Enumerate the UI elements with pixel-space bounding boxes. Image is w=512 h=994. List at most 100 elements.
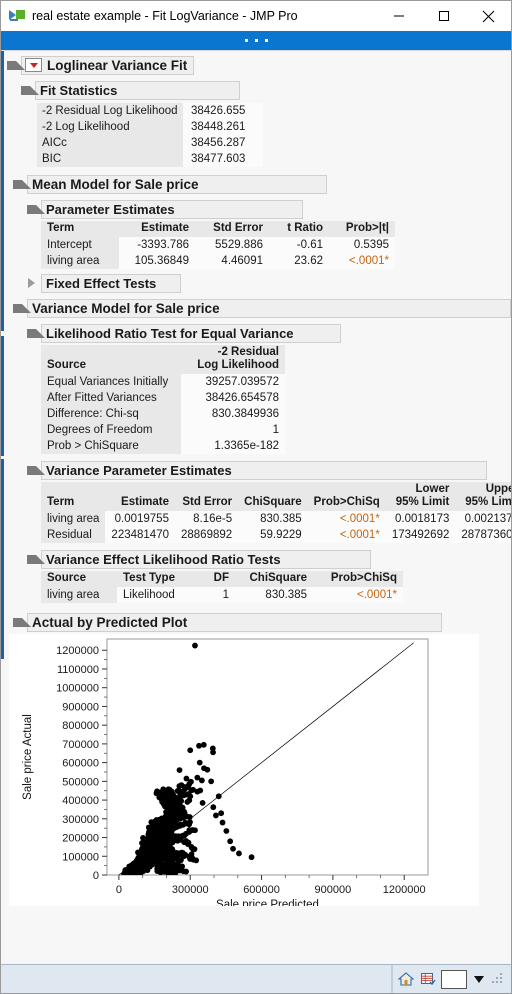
scatter-plot-svg[interactable]: 0 100000 200000 300000 400000 500000 600000 700… — [9, 634, 479, 906]
section-title: Mean Model for Sale price — [32, 176, 199, 192]
cell-chisquare: 830.385 — [238, 511, 308, 527]
outline-actual-by-predicted-plot[interactable]: Actual by Predicted Plot — [1, 612, 511, 632]
resize-grip-icon[interactable] — [492, 973, 504, 985]
cell-test-type: Likelihood — [117, 587, 197, 603]
table-header-row: Term Estimate Std Error ChiSquare Prob>C… — [41, 482, 511, 511]
cell-prob[interactable]: <.0001* — [313, 587, 403, 603]
section-title: Loglinear Variance Fit — [47, 57, 188, 73]
y-tick-label: 0 — [93, 870, 99, 882]
y-tick-label: 400000 — [62, 795, 99, 807]
cell-std-error: 5529.886 — [195, 237, 269, 253]
disclosure-triangle-open-icon[interactable] — [7, 60, 25, 71]
cell-std-error: 8.16e-5 — [174, 511, 239, 527]
outline-lr-test-equal-variance[interactable]: Likelihood Ratio Test for Equal Variance… — [1, 323, 511, 454]
y-tick-label: 600000 — [62, 758, 99, 770]
outline-variance-effect-lr-tests[interactable]: Variance Effect Likelihood Ratio Tests S… — [1, 549, 511, 603]
y-tick-label: 1200000 — [56, 645, 99, 657]
col-prob-chisq: Prob>ChiSq — [307, 482, 386, 511]
cell-term: Residual — [41, 527, 106, 543]
cell-value: 1 — [181, 422, 285, 438]
cell-prob[interactable]: <.0001* — [307, 527, 386, 543]
outline-fixed-effect-tests[interactable]: Fixed Effect Tests — [1, 273, 511, 293]
table-row: Degrees of Freedom 1 — [41, 422, 285, 438]
table-row: Equal Variances Initially 39257.039572 — [41, 374, 285, 390]
y-tick-label: 1100000 — [57, 664, 99, 676]
stat-value: 38456.287 — [183, 135, 263, 151]
outline-mean-model[interactable]: Mean Model for Sale price — [1, 174, 511, 194]
x-tick-label: 1200000 — [383, 884, 426, 896]
disclosure-triangle-open-icon[interactable] — [27, 465, 45, 476]
toolbar-dot — [254, 39, 258, 42]
cell-source: Equal Variances Initially — [41, 374, 181, 390]
y-axis-title: Sale price Actual — [22, 714, 34, 800]
cell-std-error: 28869892 — [174, 527, 239, 543]
list-item: AICc 38456.287 — [37, 135, 511, 151]
y-tick-label: 500000 — [62, 776, 99, 788]
section-title: Fixed Effect Tests — [46, 275, 157, 291]
disclosure-triangle-open-icon[interactable] — [13, 179, 31, 190]
toolbar-strip[interactable] — [1, 31, 511, 50]
outline-variance-model[interactable]: Variance Model for Sale price — [1, 298, 511, 318]
y-tick-label: 100000 — [62, 851, 99, 863]
caret-down-icon[interactable] — [474, 975, 484, 983]
col-test-type: Test Type — [117, 571, 197, 587]
disclosure-triangle-open-icon[interactable] — [13, 303, 31, 314]
cell-prob[interactable]: <.0001* — [329, 253, 395, 269]
cell-prob[interactable]: <.0001* — [307, 511, 386, 527]
close-button[interactable] — [466, 1, 511, 31]
data-table-icon[interactable] — [419, 970, 437, 988]
disclosure-triangle-open-icon[interactable] — [27, 328, 45, 339]
cell-upper: 287873608 — [455, 527, 511, 543]
stat-value: 38426.655 — [183, 103, 263, 119]
variance-parameter-estimates-table: Term Estimate Std Error ChiSquare Prob>C… — [41, 482, 511, 543]
disclosure-triangle-open-icon[interactable] — [27, 554, 45, 565]
col-neg2-residual-log-likelihood: -2 Residual Log Likelihood — [181, 345, 285, 374]
stat-label: -2 Residual Log Likelihood — [37, 103, 183, 119]
jmp-icon — [9, 8, 25, 24]
red-triangle-menu-icon[interactable] — [25, 58, 42, 72]
col-term: Term — [41, 482, 106, 511]
table-header-row: Term Estimate Std Error t Ratio Prob>|t| — [41, 221, 395, 237]
cell-lower: 0.0018173 — [385, 511, 456, 527]
cell-estimate: -3393.786 — [119, 237, 195, 253]
table-header-row: Source -2 Residual Log Likelihood — [41, 345, 285, 374]
outline-parameter-estimates[interactable]: Parameter Estimates Term Estimate Std Er… — [1, 199, 511, 269]
actual-by-predicted-chart[interactable]: 0 100000 200000 300000 400000 500000 600000 700… — [9, 634, 479, 906]
cell-prob: 0.5395 — [329, 237, 395, 253]
table-header-row: Source Test Type DF ChiSquare Prob>ChiSq — [41, 571, 403, 587]
table-row: living area Likelihood 1 830.385 <.0001* — [41, 587, 403, 603]
col-t-ratio: t Ratio — [269, 221, 329, 237]
cell-source: Degrees of Freedom — [41, 422, 181, 438]
minimize-button[interactable] — [376, 1, 421, 31]
disclosure-triangle-open-icon[interactable] — [27, 204, 45, 215]
col-chisquare: ChiSquare — [235, 571, 313, 587]
stat-label: BIC — [37, 151, 183, 167]
stat-value: 38448.261 — [183, 119, 263, 135]
outline-loglinear-variance-fit[interactable]: Loglinear Variance Fit — [1, 55, 511, 75]
list-item: -2 Log Likelihood 38448.261 — [37, 119, 511, 135]
color-swatch[interactable] — [441, 969, 467, 989]
cell-std-error: 4.46091 — [195, 253, 269, 269]
maximize-button[interactable] — [421, 1, 466, 31]
outline-fit-statistics[interactable]: Fit Statistics -2 Residual Log Likelihoo… — [1, 80, 511, 167]
disclosure-triangle-closed-icon[interactable] — [27, 277, 38, 289]
home-icon[interactable] — [397, 970, 415, 988]
cell-df: 1 — [197, 587, 235, 603]
y-tick-label: 900000 — [62, 701, 99, 713]
col-source: Source — [41, 345, 181, 374]
disclosure-triangle-open-icon[interactable] — [21, 85, 39, 96]
disclosure-triangle-open-icon[interactable] — [13, 617, 31, 628]
parameter-estimates-table: Term Estimate Std Error t Ratio Prob>|t|… — [41, 221, 395, 269]
col-upper-95-limit: Upper 95% Limit — [455, 482, 511, 511]
col-line1: Lower — [415, 483, 450, 495]
col-line2: 95% Limit — [465, 496, 511, 508]
col-std-error: Std Error — [174, 482, 239, 511]
outline-variance-parameter-estimates[interactable]: Variance Parameter Estimates Term Estima… — [1, 460, 511, 543]
cell-value: 38426.654578 — [181, 390, 285, 406]
cell-t-ratio: -0.61 — [269, 237, 329, 253]
cell-value: 830.3849936 — [181, 406, 285, 422]
table-row: Residual 223481470 28869892 59.9229 <.00… — [41, 527, 511, 543]
section-title: Fit Statistics — [40, 82, 118, 98]
status-message-area — [1, 965, 392, 993]
list-item: -2 Residual Log Likelihood 38426.655 — [37, 103, 511, 119]
